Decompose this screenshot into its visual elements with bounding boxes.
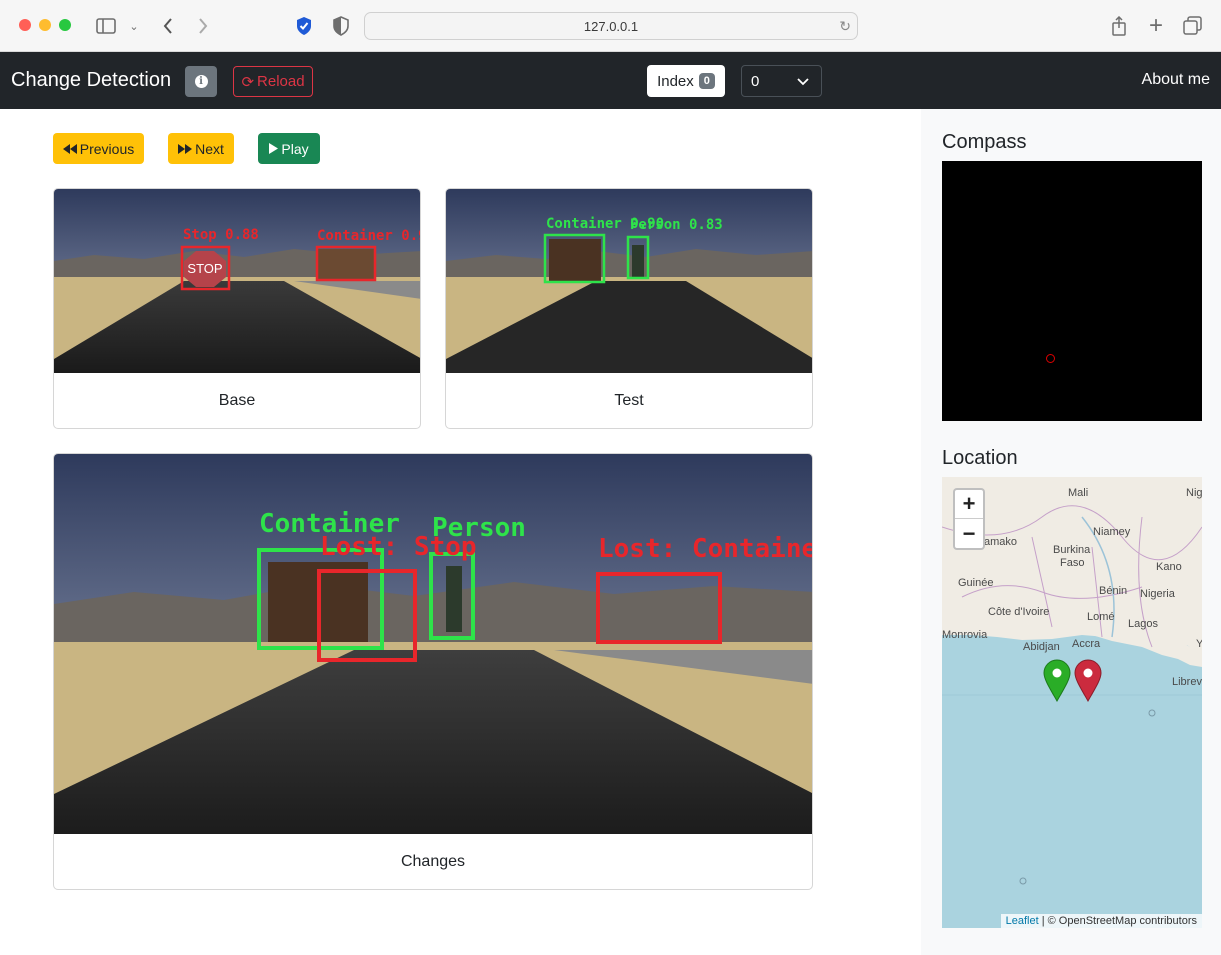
next-button[interactable]: Next bbox=[168, 133, 234, 164]
new-tab-icon[interactable]: + bbox=[1144, 12, 1168, 39]
detection-label: Stop 0.88 bbox=[183, 227, 259, 243]
next-label: Next bbox=[195, 140, 224, 157]
reload-button[interactable]: ⟳ Reload bbox=[233, 66, 313, 97]
reload-label: Reload bbox=[257, 73, 305, 90]
browser-toolbar: ⌄ 127.0.0.1 ↻ + bbox=[0, 0, 1221, 52]
close-window-button[interactable] bbox=[19, 19, 31, 31]
index-label: Index bbox=[657, 72, 694, 90]
base-card: STOP Stop 0.88 Container 0.91 Base bbox=[53, 188, 421, 429]
detection-label: Lost: Containe bbox=[598, 534, 812, 564]
tab-overview-icon[interactable] bbox=[1181, 14, 1205, 38]
map-place-label: Nigeria bbox=[1140, 588, 1175, 600]
index-select[interactable]: 0 bbox=[741, 65, 822, 97]
base-image: STOP Stop 0.88 Container 0.91 bbox=[54, 189, 420, 373]
map-place-label: Mali bbox=[1068, 487, 1089, 499]
test-image: Container 0.90 Person 0.83 bbox=[446, 189, 812, 373]
play-button[interactable]: Play bbox=[258, 133, 320, 164]
changes-image: Container Person Lost: Stop Lost: Contai… bbox=[54, 454, 812, 834]
map-place-label: Accra bbox=[1072, 638, 1101, 650]
fast-forward-icon bbox=[178, 141, 193, 157]
test-card: Container 0.90 Person 0.83 Test bbox=[445, 188, 813, 429]
leaflet-link[interactable]: Leaflet bbox=[1006, 915, 1039, 927]
map-place-label: Guinée bbox=[958, 577, 994, 589]
map-place-label: Burkina bbox=[1053, 544, 1091, 556]
maximize-window-button[interactable] bbox=[59, 19, 71, 31]
share-icon[interactable] bbox=[1107, 14, 1131, 38]
index-badge: 0 bbox=[698, 73, 715, 89]
map-place-label: Niamey bbox=[1093, 526, 1131, 538]
chevron-down-icon[interactable]: ⌄ bbox=[122, 14, 146, 38]
rewind-icon bbox=[62, 141, 77, 157]
map-place-label: Kano bbox=[1156, 561, 1182, 573]
refresh-icon: ⟳ bbox=[241, 73, 255, 91]
location-title: Location bbox=[942, 447, 1018, 469]
page-reload-icon[interactable]: ↻ bbox=[839, 18, 851, 35]
map-place-label: Faso bbox=[1060, 557, 1085, 569]
previous-label: Previous bbox=[79, 140, 135, 157]
play-icon bbox=[269, 141, 279, 157]
app-navbar: Change Detection i ⟳ Reload Index 0 0 Ab… bbox=[0, 52, 1221, 109]
map-place-label: Bénin bbox=[1099, 585, 1128, 597]
index-indicator: Index 0 bbox=[647, 65, 725, 97]
detection-label: Person 0.83 bbox=[630, 217, 723, 233]
map-place-label: amako bbox=[984, 536, 1018, 548]
app-brand[interactable]: Change Detection bbox=[11, 69, 171, 92]
compass-canvas bbox=[942, 161, 1202, 421]
changes-caption: Changes bbox=[400, 853, 466, 870]
detection-label: Lost: Stop bbox=[320, 532, 477, 562]
sidebar-toggle-icon[interactable] bbox=[94, 14, 118, 38]
url-text: 127.0.0.1 bbox=[583, 18, 639, 34]
map-place-label: Lomé bbox=[1087, 611, 1115, 623]
zoom-in-button[interactable]: + bbox=[955, 490, 983, 519]
info-icon: i bbox=[194, 75, 208, 88]
map-attribution: Leaflet | © OpenStreetMap contributors bbox=[1000, 914, 1202, 928]
previous-button[interactable]: Previous bbox=[53, 133, 144, 164]
map-place-label: Librev bbox=[1172, 676, 1202, 688]
heading-marker bbox=[1046, 354, 1055, 363]
changes-card: Container Person Lost: Stop Lost: Contai… bbox=[53, 453, 813, 890]
address-bar[interactable]: 127.0.0.1 ↻ bbox=[364, 12, 858, 40]
about-me-link[interactable]: About me bbox=[1142, 71, 1210, 89]
map-place-label: Y bbox=[1196, 638, 1202, 650]
map-place-label: Nig bbox=[1186, 487, 1202, 499]
detection-label: Container 0.91 bbox=[317, 228, 420, 244]
minimize-window-button[interactable] bbox=[39, 19, 51, 31]
index-select-value: 0 bbox=[751, 72, 760, 90]
base-caption: Base bbox=[218, 392, 256, 409]
map-place-label: Lagos bbox=[1128, 618, 1158, 630]
map-place-label: Monrovia bbox=[942, 629, 988, 641]
location-map[interactable]: Mali Nig Niamey amako Burkina Faso Guiné… bbox=[942, 477, 1202, 928]
back-icon[interactable] bbox=[156, 14, 180, 38]
zoom-control: + − bbox=[953, 488, 985, 550]
compass-title: Compass bbox=[942, 131, 1027, 153]
forward-icon[interactable] bbox=[191, 14, 215, 38]
zoom-out-button[interactable]: − bbox=[955, 519, 983, 548]
map-place-label: Abidjan bbox=[1023, 641, 1060, 653]
sidebar: Compass Location Mali Nig Niamey amako B… bbox=[921, 109, 1221, 955]
chevron-down-icon bbox=[797, 72, 809, 95]
stop-sign-text: STOP bbox=[187, 261, 222, 276]
attribution-text: | © OpenStreetMap contributors bbox=[1038, 915, 1197, 927]
shield-check-icon[interactable] bbox=[292, 14, 316, 38]
play-label: Play bbox=[281, 140, 309, 157]
privacy-shield-icon[interactable] bbox=[329, 14, 353, 38]
map-place-label: Côte d'Ivoire bbox=[988, 606, 1050, 618]
info-button[interactable]: i bbox=[185, 66, 217, 97]
test-caption: Test bbox=[614, 392, 644, 409]
